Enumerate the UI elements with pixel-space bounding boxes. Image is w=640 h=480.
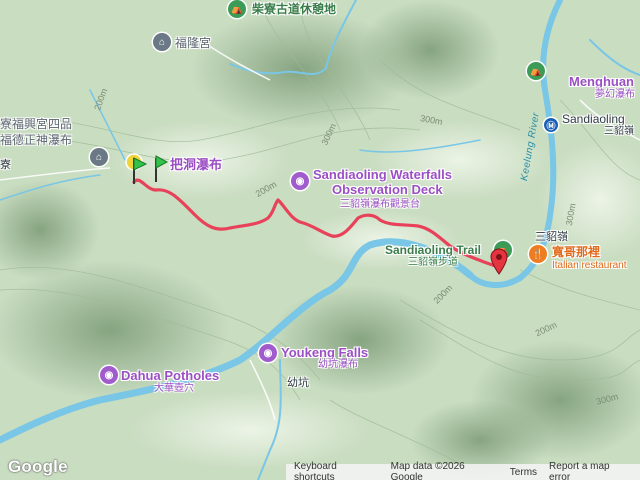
- observation-deck-label-en-1: Sandiaoling Waterfalls: [313, 167, 452, 182]
- attribution-bar: Keyboard shortcuts Map data ©2026 Google…: [286, 461, 640, 480]
- keyboard-shortcuts-link[interactable]: Keyboard shortcuts: [294, 461, 379, 480]
- observation-deck-label-en-2: Observation Deck: [332, 182, 443, 197]
- temple-icon[interactable]: ⌂: [153, 33, 171, 51]
- start-flag-marker-icon[interactable]: [120, 150, 170, 190]
- restaurant-label-en: Italian restaurant: [552, 260, 627, 271]
- train-station-icon[interactable]: Ⓜ: [544, 118, 558, 132]
- camera-icon[interactable]: ◉: [259, 344, 277, 362]
- menghuan-label-zh: 夢幻瀑布: [595, 89, 635, 100]
- temple-icon[interactable]: ⌂: [90, 148, 108, 166]
- observation-deck-label-zh: 三貂嶺瀑布觀景台: [340, 199, 420, 210]
- youkeng-falls-label-en: Youkeng Falls: [281, 345, 369, 360]
- youkeng-place-label: 幼坑: [287, 377, 309, 389]
- youkeng-falls-label-zh: 幼坑瀑布: [318, 359, 358, 370]
- menghuan-label-en: Menghuan: [569, 74, 634, 89]
- map-data-text: Map data ©2026 Google: [390, 461, 465, 480]
- red-pin-marker-icon[interactable]: [490, 248, 508, 276]
- temple-left-label-1: 寮福興宮四品: [0, 117, 73, 131]
- map-canvas[interactable]: ⛺ ⌂ ⌂ ◉ ◉ ◉ ⛺ ⛺ 🍴 Ⓜ 柴寮古道休憩地 福隆宮 寮福興宮四品 福…: [0, 0, 640, 480]
- left-edge-place-label: 寮: [0, 159, 11, 171]
- camera-icon[interactable]: ◉: [100, 366, 118, 384]
- temple-left-label-2: 福德正神瀑布: [0, 133, 73, 147]
- station-label-zh: 三貂嶺: [604, 126, 634, 137]
- station-label-en: Sandiaoling: [562, 112, 625, 126]
- trail-label-zh: 三貂嶺步道: [408, 257, 458, 268]
- dahua-potholes-label-en: Dahua Potholes: [121, 368, 220, 383]
- sandiaoling-place-label: 三貂嶺: [535, 231, 568, 243]
- terms-link[interactable]: Terms: [510, 467, 537, 478]
- rest-area-label: 柴寮古道休憩地: [252, 2, 337, 16]
- google-logo: Google: [8, 457, 68, 476]
- report-map-error-link[interactable]: Report a map error: [549, 461, 632, 480]
- trail-label-en: Sandiaoling Trail: [385, 243, 482, 257]
- park-icon[interactable]: ⛺: [228, 0, 246, 18]
- pa-dong-falls-label: 把洞瀑布: [170, 157, 223, 172]
- dahua-potholes-label-zh: 大華壺穴: [154, 383, 194, 394]
- fulong-temple-label: 福隆宮: [175, 36, 212, 50]
- camera-icon[interactable]: ◉: [291, 172, 309, 190]
- park-icon[interactable]: ⛺: [527, 62, 545, 80]
- fork-knife-icon[interactable]: 🍴: [529, 245, 547, 263]
- restaurant-label-zh: 寬哥那裡: [552, 245, 601, 259]
